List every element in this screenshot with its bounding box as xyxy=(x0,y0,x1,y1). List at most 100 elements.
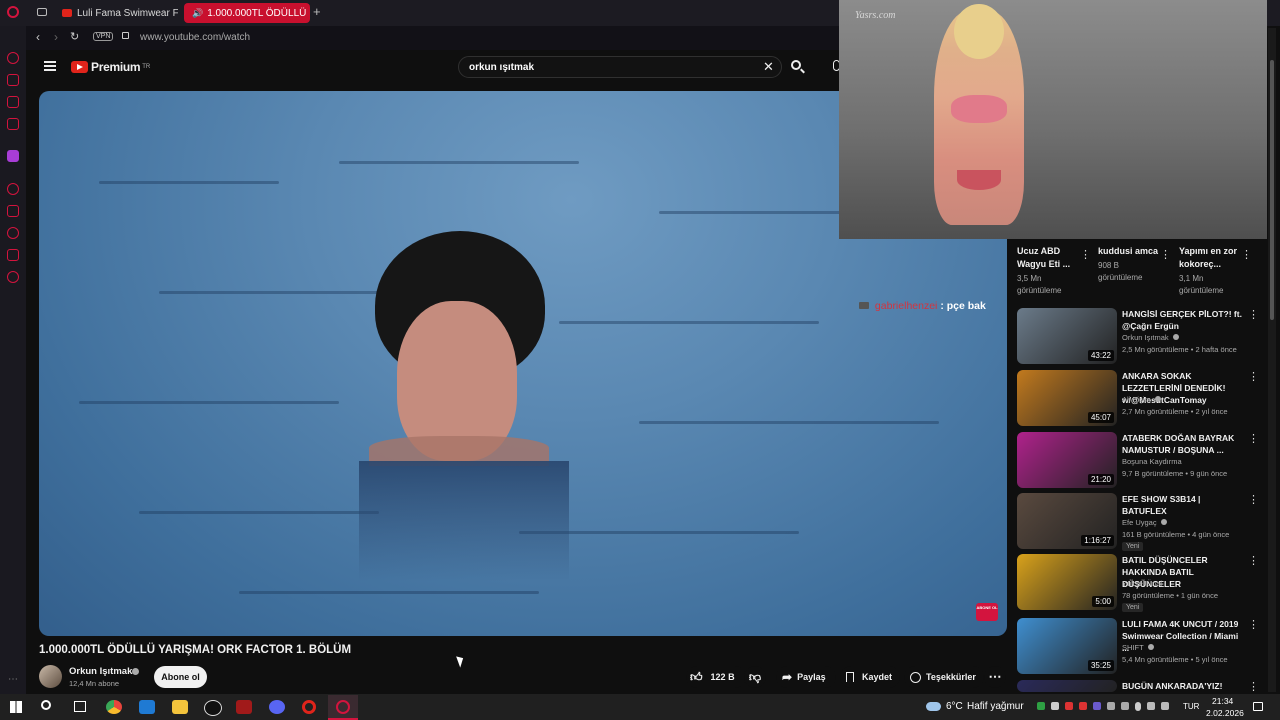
related-video-channel[interactable]: Boşuna Kaydırma xyxy=(1122,456,1252,468)
aria-icon[interactable] xyxy=(7,74,19,86)
tab-active-video[interactable]: 🔊 1.000.000TL ÖDÜLLÜ xyxy=(184,3,310,23)
taskbar-search-icon[interactable] xyxy=(41,700,51,710)
mail-icon[interactable] xyxy=(139,700,155,714)
related-video-menu-icon[interactable]: ⋮ xyxy=(1248,556,1259,567)
tray-usb-icon[interactable] xyxy=(1121,702,1129,710)
start-icon[interactable] xyxy=(10,701,22,713)
related-video-menu-icon[interactable]: ⋮ xyxy=(1248,434,1259,445)
related-video-menu-icon[interactable]: ⋮ xyxy=(1248,495,1259,506)
tray-antivirus-icon[interactable] xyxy=(1065,702,1073,710)
scrollbar-thumb[interactable] xyxy=(1270,60,1274,320)
video-duration: 45:07 xyxy=(1087,412,1114,423)
search-input[interactable]: orkun ışıtmak xyxy=(458,56,782,78)
related-video-thumbnail[interactable]: 1:16:27 xyxy=(1017,493,1117,549)
extensions-icon[interactable] xyxy=(7,249,19,261)
related-video-channel[interactable]: Ali Biçim xyxy=(1122,394,1252,406)
channel-avatar[interactable] xyxy=(39,665,62,688)
shorts-item-3[interactable]: Yapımı en zor kokoreç... 3,1 Mn görüntüle… xyxy=(1179,245,1249,297)
related-video-title[interactable]: BUGÜN ANKARADA'YIZ! xyxy=(1122,680,1244,692)
verified-icon xyxy=(1172,334,1179,340)
related-video-menu-icon[interactable]: ⋮ xyxy=(1248,620,1259,631)
video-duration: 43:22 xyxy=(1087,350,1114,361)
lock-icon xyxy=(122,32,129,39)
discord-icon[interactable] xyxy=(269,700,285,714)
like-button[interactable]: 👍︎ 122 B xyxy=(686,666,746,688)
related-video-menu-icon[interactable]: ⋮ xyxy=(1248,310,1259,321)
tray-app-icon[interactable] xyxy=(1037,702,1045,710)
vpn-badge[interactable]: VPN xyxy=(93,32,114,41)
reload-icon[interactable]: ↻ xyxy=(70,30,79,43)
channel-name[interactable]: Orkun Işıtmak xyxy=(69,666,132,677)
instagram-icon[interactable] xyxy=(7,118,19,130)
shorts-title: Yapımı en zor kokoreç... xyxy=(1179,246,1238,269)
tray-discord-icon[interactable] xyxy=(1051,702,1059,710)
pinboard-icon[interactable] xyxy=(7,205,19,217)
shorts-item-2[interactable]: kuddusi amca 908 Bgörüntüleme xyxy=(1098,245,1168,284)
shorts-menu-icon[interactable]: ⋮ xyxy=(1160,250,1171,261)
shorts-menu-icon[interactable]: ⋮ xyxy=(1241,250,1252,261)
clock-date[interactable]: 2.02.2026 xyxy=(1206,708,1244,718)
tray-mic-icon[interactable] xyxy=(1135,702,1141,711)
related-video-menu-icon[interactable]: ⋮ xyxy=(1248,682,1259,693)
whatsapp-icon[interactable] xyxy=(7,96,19,108)
tab-luli-fama[interactable]: Luli Fama Swimwear Fash xyxy=(54,3,178,23)
video-editor-icon[interactable] xyxy=(236,700,252,714)
weather-temp[interactable]: 6°C xyxy=(946,701,963,712)
tray-app2-icon[interactable] xyxy=(1079,702,1087,710)
shorts-title: Ucuz ABD Wagyu Eti ... xyxy=(1017,246,1071,269)
more-icon[interactable]: ⋯ xyxy=(8,674,18,685)
clock-time[interactable]: 21:34 xyxy=(1212,696,1233,706)
related-video-channel[interactable]: SHIFT xyxy=(1122,642,1252,654)
new-tab-button[interactable]: + xyxy=(313,4,321,19)
subscribe-button[interactable]: Abone ol xyxy=(154,666,207,688)
weather-desc[interactable]: Hafif yağmur xyxy=(967,701,1024,712)
task-view-icon[interactable] xyxy=(74,701,86,712)
shorts-menu-icon[interactable]: ⋮ xyxy=(1080,250,1091,261)
opera-menu-icon[interactable] xyxy=(7,6,19,18)
tray-app4-icon[interactable] xyxy=(1107,702,1115,710)
tray-icons[interactable] xyxy=(1037,702,1177,712)
related-video-title[interactable]: ATABERK DOĞAN BAYRAK NAMUSTUR / BOŞUNA .… xyxy=(1122,432,1244,456)
twitch-icon[interactable] xyxy=(7,150,19,162)
shorts-item-1[interactable]: Ucuz ABD Wagyu Eti ... 3,5 Mn görüntüleme xyxy=(1017,245,1087,297)
notification-icon[interactable] xyxy=(1253,702,1263,711)
forward-icon[interactable]: › xyxy=(54,30,58,44)
related-video-title[interactable]: EFE SHOW S3B14 | BATUFLEX xyxy=(1122,493,1244,517)
tray-app3-icon[interactable] xyxy=(1093,702,1101,710)
subscribe-watermark[interactable]: ABONE OL xyxy=(976,603,998,621)
share-button[interactable]: ➦ Paylaş xyxy=(776,666,836,688)
related-video-meta: 2,7 Mn görüntüleme • 2 yıl önce xyxy=(1122,407,1228,416)
related-video-thumbnail[interactable] xyxy=(1017,680,1117,692)
related-video-thumbnail[interactable]: 5:00 xyxy=(1017,554,1117,610)
related-video-channel[interactable]: Yüksel Ünal xyxy=(1122,578,1252,590)
keyboard-language[interactable]: TUR xyxy=(1183,702,1199,711)
file-explorer-icon[interactable] xyxy=(172,700,188,714)
related-video-menu-icon[interactable]: ⋮ xyxy=(1248,372,1259,383)
youtube-logo[interactable]: Premium TR xyxy=(71,60,150,74)
picture-in-picture-player[interactable]: Yasrs.com xyxy=(839,0,1267,239)
tray-network-icon[interactable] xyxy=(1147,702,1155,710)
settings-icon[interactable] xyxy=(7,271,19,283)
clear-search-icon[interactable]: ✕ xyxy=(763,59,774,75)
dislike-button[interactable]: 👎︎ xyxy=(744,666,766,688)
tab-overview-icon[interactable] xyxy=(37,8,47,16)
url-field[interactable]: www.youtube.com/watch xyxy=(140,32,250,43)
related-video-channel[interactable]: Efe Uygaç xyxy=(1122,517,1252,529)
messenger-icon[interactable] xyxy=(7,52,19,64)
related-video-title[interactable]: HANGİSİ GERÇEK PİLOT?! ft. @Çağrı Ergün xyxy=(1122,308,1244,332)
back-icon[interactable]: ‹ xyxy=(36,30,40,44)
related-video-thumbnail[interactable]: 21:20 xyxy=(1017,432,1117,488)
obs-icon[interactable] xyxy=(204,700,222,716)
related-video-thumbnail[interactable]: 43:22 xyxy=(1017,308,1117,364)
related-video-thumbnail[interactable]: 45:07 xyxy=(1017,370,1117,426)
history-icon[interactable] xyxy=(7,227,19,239)
more-actions-button[interactable]: ⋯ xyxy=(984,666,1006,688)
player-icon[interactable] xyxy=(7,183,19,195)
thanks-button[interactable]: Teşekkürler xyxy=(904,666,984,688)
chrome-icon[interactable] xyxy=(106,700,122,714)
save-button[interactable]: Kaydet xyxy=(840,666,900,688)
related-video-channel[interactable]: Orkun Işıtmak xyxy=(1122,332,1252,344)
related-video-thumbnail[interactable]: 35:25 xyxy=(1017,618,1117,674)
opera-icon[interactable] xyxy=(302,700,316,714)
tray-volume-icon[interactable] xyxy=(1161,702,1169,710)
